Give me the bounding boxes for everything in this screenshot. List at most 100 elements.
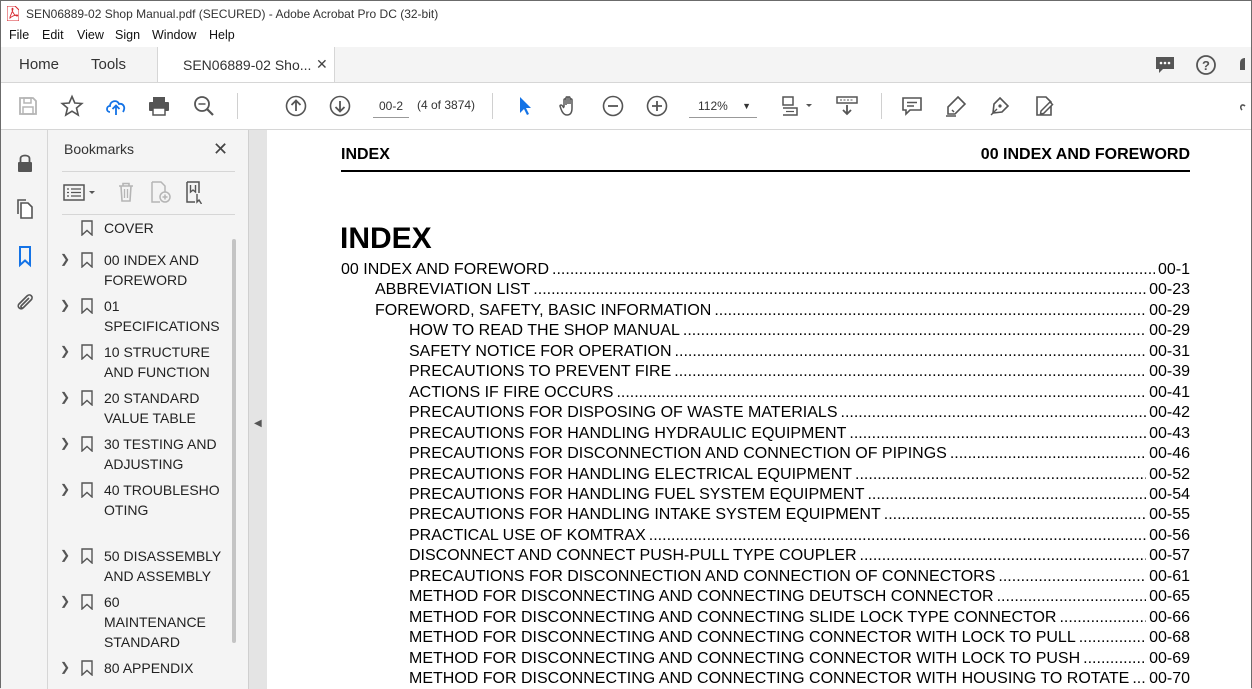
print-button[interactable] [147,94,171,118]
new-bookmark-icon[interactable] [148,180,172,204]
scroll-mode-button[interactable] [835,94,859,118]
toc-entry[interactable]: METHOD FOR DISCONNECTING AND CONNECTING … [409,649,1190,669]
bookmark-item-troubleshooting[interactable]: ❯ 40 TROUBLESHOOTING [48,480,231,542]
toc-entry[interactable]: 00 INDEX AND FOREWORD 00-1 [341,260,1190,280]
toc-entry-title: PRACTICAL USE OF KOMTRAX [409,526,646,544]
toc-entry[interactable]: METHOD FOR DISCONNECTING AND CONNECTING … [409,669,1190,689]
toc-entry[interactable]: PRECAUTIONS FOR HANDLING INTAKE SYSTEM E… [409,505,1190,525]
next-page-button[interactable] [328,94,352,118]
tab-document[interactable]: SEN06889-02 Sho... ✕ [157,47,335,82]
toc-entry[interactable]: PRECAUTIONS FOR DISCONNECTION AND CONNEC… [409,444,1190,464]
toc-entry[interactable]: PRACTICAL USE OF KOMTRAX 00-56 [409,526,1190,546]
tab-home[interactable]: Home [19,56,59,73]
toc-entry[interactable]: PRECAUTIONS FOR HANDLING FUEL SYSTEM EQU… [409,485,1190,505]
menu-edit[interactable]: Edit [42,28,64,42]
zoom-out-button[interactable] [601,94,625,118]
bookmark-item-structure-function[interactable]: ❯ 10 STRUCTURE AND FUNCTION [48,342,231,384]
previous-page-button[interactable] [284,94,308,118]
chevron-right-icon[interactable]: ❯ [60,660,70,674]
tab-tools[interactable]: Tools [91,56,126,73]
toc-entry[interactable]: PRECAUTIONS FOR DISPOSING OF WASTE MATER… [409,403,1190,423]
delete-bookmark-icon[interactable] [114,180,138,204]
save-button[interactable] [16,94,40,118]
toc-entry[interactable]: PRECAUTIONS TO PREVENT FIRE 00-39 [409,362,1190,382]
find-zoom-button[interactable] [192,94,216,118]
zoom-level-select[interactable]: 112% ▼ [689,95,757,118]
toc-entry[interactable]: PRECAUTIONS FOR HANDLING ELECTRICAL EQUI… [409,465,1190,485]
bookmark-options-icon[interactable] [62,180,98,204]
toc-dot-leader [1132,669,1146,689]
menu-window[interactable]: Window [152,28,196,42]
page-thumbnails-icon[interactable] [13,197,37,221]
document-viewport[interactable]: INDEX 00 INDEX AND FOREWORD INDEX 00 IND… [267,130,1251,689]
menu-file[interactable]: File [9,28,29,42]
bookmark-item-appendix[interactable]: ❯ 80 APPENDIX [48,658,231,680]
chevron-right-icon[interactable]: ❯ [60,482,70,496]
paperclip-attachments-icon[interactable] [13,290,37,314]
toc-entry-title: HOW TO READ THE SHOP MANUAL [409,322,680,340]
add-comment-button[interactable] [900,94,924,118]
panel-collapse-strip[interactable]: ◀ [249,130,267,689]
bookmark-item-cover[interactable]: COVER [48,218,231,240]
highlight-button[interactable] [944,94,968,118]
toc-entry[interactable]: PRECAUTIONS FOR HANDLING HYDRAULIC EQUIP… [409,424,1190,444]
chevron-right-icon[interactable]: ❯ [60,298,70,312]
toc-dot-leader [855,465,1146,485]
panel-divider [62,214,235,215]
bookmark-item-testing-adjusting[interactable]: ❯ 30 TESTING AND ADJUSTING [48,434,231,476]
toc-entry[interactable]: METHOD FOR DISCONNECTING AND CONNECTING … [409,587,1190,607]
zoom-level-value: 112% [698,99,728,113]
toc-entry[interactable]: PRECAUTIONS FOR DISCONNECTION AND CONNEC… [409,567,1190,587]
toc-entry[interactable]: METHOD FOR DISCONNECTING AND CONNECTING … [409,628,1190,648]
toc-entry-title: ACTIONS IF FIRE OCCURS [409,383,614,401]
help-icon[interactable]: ? [1195,54,1217,76]
select-tool-button[interactable] [513,94,537,118]
toc-entry[interactable]: HOW TO READ THE SHOP MANUAL 00-29 [409,321,1190,341]
find-bookmark-icon[interactable] [183,180,207,204]
edit-pdf-button[interactable] [1032,94,1056,118]
fill-sign-button[interactable] [988,94,1012,118]
comment-bubble-icon[interactable] [1154,54,1176,76]
toc-entry[interactable]: FOREWORD, SAFETY, BASIC INFORMATION 00-29 [375,301,1190,321]
toc-entry[interactable]: METHOD FOR DISCONNECTING AND CONNECTING … [409,608,1190,628]
chevron-right-icon[interactable]: ❯ [60,594,70,608]
toc-entry[interactable]: DISCONNECT AND CONNECT PUSH-PULL TYPE CO… [409,546,1190,566]
collapse-panel-arrow-icon[interactable]: ◀ [254,418,262,429]
bookmarks-scrollbar[interactable] [232,239,236,643]
close-tab-icon[interactable]: ✕ [316,56,328,73]
notifications-bell-icon[interactable] [1237,54,1251,76]
page-number-input[interactable]: 00-2 [373,95,409,118]
hand-tool-button[interactable] [557,94,581,118]
link-button[interactable] [1239,94,1251,118]
toc-entry[interactable]: ACTIONS IF FIRE OCCURS 00-41 [409,383,1190,403]
toc-dot-leader [998,567,1146,587]
page-display-button[interactable] [780,94,814,118]
bookmark-item-maintenance-standard[interactable]: ❯ 60 MAINTENANCE STANDARD [48,592,231,654]
menu-help[interactable]: Help [209,28,235,42]
bookmark-star-button[interactable] [60,94,84,118]
toc-dot-leader [649,526,1146,546]
close-panel-icon[interactable]: ✕ [213,139,228,160]
share-upload-button[interactable] [104,94,128,118]
lock-icon[interactable] [13,151,37,175]
menu-sign[interactable]: Sign [115,28,140,42]
toolbar-divider [492,93,493,119]
chevron-right-icon[interactable]: ❯ [60,252,70,266]
toc-dot-leader [675,342,1147,362]
toc-entry-page: 00-65 [1149,588,1190,606]
toc-entry[interactable]: ABBREVIATION LIST 00-23 [375,280,1190,300]
toc-entry-title: PRECAUTIONS FOR HANDLING ELECTRICAL EQUI… [409,465,853,483]
bookmark-item-disassembly-assembly[interactable]: ❯ 50 DISASSEMBLY AND ASSEMBLY [48,546,231,588]
fit-page-icon [782,96,812,116]
chevron-right-icon[interactable]: ❯ [60,548,70,562]
bookmark-item-index-foreword[interactable]: ❯ 00 INDEX AND FOREWORD [48,250,231,292]
chevron-right-icon[interactable]: ❯ [60,344,70,358]
chevron-right-icon[interactable]: ❯ [60,390,70,404]
toc-entry[interactable]: SAFETY NOTICE FOR OPERATION 00-31 [409,342,1190,362]
zoom-in-button[interactable] [645,94,669,118]
bookmark-ribbon-icon[interactable] [13,244,37,268]
chevron-right-icon[interactable]: ❯ [60,436,70,450]
bookmark-item-standard-value-table[interactable]: ❯ 20 STANDARD VALUE TABLE [48,388,231,430]
menu-view[interactable]: View [77,28,104,42]
bookmark-item-specifications[interactable]: ❯ 01 SPECIFICATIONS [48,296,231,338]
